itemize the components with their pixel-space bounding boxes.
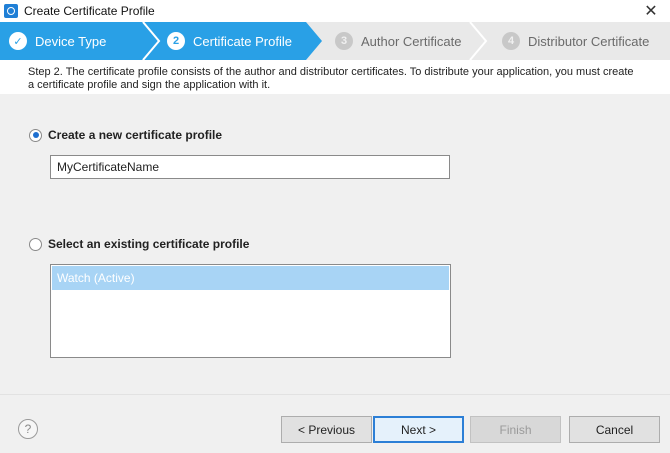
new-profile-label: Create a new certificate profile: [48, 128, 223, 142]
cancel-button[interactable]: Cancel: [569, 416, 660, 443]
step-device-type: ✓ Device Type: [9, 22, 106, 60]
footer: ? < Previous Next > Finish Cancel: [0, 394, 670, 453]
step-description: Step 2. The certificate profile consists…: [0, 60, 670, 94]
step-author-certificate: 3 Author Certificate: [335, 22, 461, 60]
app-certificate-icon: [4, 4, 18, 18]
step-label: Certificate Profile: [193, 33, 292, 49]
existing-profile-list[interactable]: Watch (Active): [50, 264, 451, 358]
previous-button[interactable]: < Previous: [281, 416, 372, 443]
step-number: 4: [502, 32, 520, 50]
step-certificate-profile: 2 Certificate Profile: [167, 22, 292, 60]
step-distributor-certificate: 4 Distributor Certificate: [502, 22, 649, 60]
wizard-steps: ✓ Device Type 2 Certificate Profile 3 Au…: [0, 22, 670, 60]
step-label: Author Certificate: [361, 33, 462, 49]
help-icon[interactable]: ?: [18, 419, 38, 439]
step-divider-3: [469, 22, 488, 60]
window-title: Create Certificate Profile: [24, 4, 155, 18]
existing-profile-radio[interactable]: [29, 237, 42, 251]
new-profile-option[interactable]: Create a new certificate profile: [29, 128, 222, 142]
checkmark-icon: ✓: [9, 32, 27, 50]
step-label: Device Type: [35, 33, 107, 49]
new-profile-radio[interactable]: [29, 128, 42, 142]
profile-name-input[interactable]: MyCertificateName: [50, 155, 450, 179]
list-item[interactable]: Watch (Active): [52, 266, 449, 290]
step-label: Distributor Certificate: [528, 33, 650, 49]
existing-profile-label: Select an existing certificate profile: [48, 237, 250, 251]
close-icon[interactable]: ✕: [642, 2, 660, 20]
main-panel: Create a new certificate profile MyCerti…: [0, 94, 670, 394]
finish-button[interactable]: Finish: [470, 416, 561, 443]
step-number: 2: [167, 32, 185, 50]
next-button[interactable]: Next >: [373, 416, 464, 443]
existing-profile-option[interactable]: Select an existing certificate profile: [29, 237, 249, 251]
title-bar: Create Certificate Profile ✕: [0, 0, 670, 22]
step-number: 3: [335, 32, 353, 50]
